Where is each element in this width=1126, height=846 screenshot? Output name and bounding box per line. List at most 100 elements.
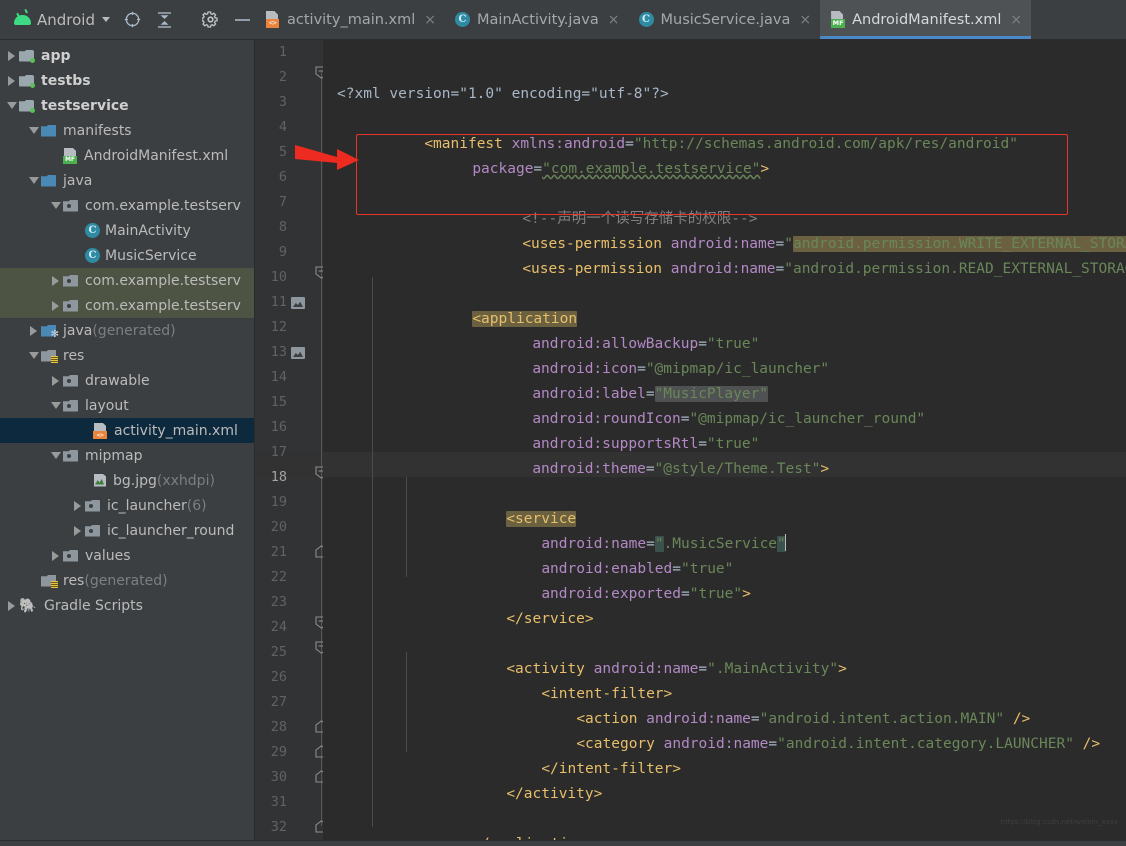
tree-item-androidmanifest-xml[interactable]: AndroidManifest.xml: [0, 143, 255, 168]
tree-item-package-androidtest[interactable]: com.example.testserv: [0, 268, 255, 293]
code-text-area[interactable]: <?xml version="1.0" encoding="utf-8"?> <…: [323, 40, 1126, 840]
tree-item-label: activity_main.xml: [114, 422, 238, 439]
tab-close-icon[interactable]: ×: [1010, 13, 1022, 27]
collapse-arrow-icon[interactable]: [48, 202, 63, 209]
line-number: 1: [278, 44, 287, 60]
expand-arrow-icon[interactable]: [4, 50, 19, 61]
android-studio-window: Android activity_main.xml ×: [0, 0, 1126, 846]
project-view-selector[interactable]: Android: [10, 9, 114, 31]
mipmap-preview-gutter-icon[interactable]: [291, 347, 305, 359]
tree-item-manifests[interactable]: manifests: [0, 118, 255, 143]
folder-blue-icon: [41, 174, 58, 188]
image-file-icon: [93, 474, 108, 488]
expand-arrow-icon[interactable]: [26, 325, 41, 336]
module-icon: [19, 99, 36, 113]
line-number: 14: [270, 369, 287, 385]
tab-close-icon[interactable]: ×: [799, 13, 811, 27]
collapse-arrow-icon[interactable]: [26, 177, 41, 184]
line-number: 17: [270, 444, 287, 460]
tree-item-res[interactable]: res: [0, 343, 255, 368]
code-editor[interactable]: 1 2 3 4 5 6 7 8 9 10 11 12 13 14 15 16 1…: [255, 40, 1126, 840]
mipmap-preview-gutter-icon[interactable]: [291, 297, 305, 309]
main-area: app testbs testservice manifests Android…: [0, 40, 1126, 840]
tree-item-label: com.example.testserv: [85, 297, 241, 314]
tree-item-package-main[interactable]: com.example.testserv: [0, 193, 255, 218]
tree-item-package-test[interactable]: com.example.testserv: [0, 293, 255, 318]
tab-close-icon[interactable]: ×: [424, 13, 436, 27]
tree-item-label: testbs: [41, 72, 91, 89]
tree-item-suffix: (generated): [84, 572, 168, 589]
tree-item-gradle-scripts[interactable]: 🐘 Gradle Scripts: [0, 593, 255, 618]
tab-musicservice-java[interactable]: C MusicService.java ×: [628, 0, 821, 39]
code-tag-application-close: </application>: [472, 836, 594, 840]
collapse-arrow-icon[interactable]: [4, 102, 19, 109]
chevron-down-icon[interactable]: [102, 17, 110, 22]
collapse-all-icon[interactable]: [152, 7, 178, 33]
collapse-arrow-icon[interactable]: [26, 352, 41, 359]
tree-item-label: testservice: [41, 97, 129, 114]
project-tree-panel[interactable]: app testbs testservice manifests Android…: [0, 40, 255, 840]
editor-gutter[interactable]: 1 2 3 4 5 6 7 8 9 10 11 12 13 14 15 16 1…: [255, 40, 328, 840]
tree-item-res-generated[interactable]: res (generated): [0, 568, 255, 593]
line-number: 4: [278, 119, 287, 135]
expand-arrow-icon[interactable]: [4, 600, 19, 611]
code-close-bracket: >: [742, 586, 751, 602]
expand-arrow-icon[interactable]: [48, 275, 63, 286]
expand-arrow-icon[interactable]: [48, 550, 63, 561]
line-number: 8: [278, 219, 287, 235]
expand-arrow-icon[interactable]: [70, 525, 85, 536]
tree-item-label: MainActivity: [105, 222, 191, 239]
module-icon: [19, 74, 36, 88]
expand-arrow-icon[interactable]: [4, 75, 19, 86]
tree-item-layout[interactable]: layout: [0, 393, 255, 418]
tab-androidmanifest-xml[interactable]: AndroidManifest.xml ×: [820, 0, 1032, 39]
code-attr-theme: android:theme: [532, 461, 646, 477]
tree-item-label: AndroidManifest.xml: [84, 147, 229, 164]
collapse-arrow-icon[interactable]: [26, 127, 41, 134]
expand-arrow-icon[interactable]: [70, 500, 85, 511]
java-class-file-icon: C: [638, 12, 654, 27]
expand-arrow-icon[interactable]: [48, 375, 63, 386]
tree-item-activity-main-xml[interactable]: activity_main.xml: [0, 418, 255, 443]
tree-item-testservice[interactable]: testservice: [0, 93, 255, 118]
tree-item-java-generated[interactable]: java (generated): [0, 318, 255, 343]
settings-gear-icon[interactable]: [198, 7, 224, 33]
code-tag-uses-permission-read: <uses-permission: [522, 261, 662, 277]
tree-item-suffix: (generated): [92, 322, 176, 339]
collapse-arrow-icon[interactable]: [48, 402, 63, 409]
tree-item-testbs[interactable]: testbs: [0, 68, 255, 93]
tree-item-bg-jpg[interactable]: bg.jpg (xxhdpi): [0, 468, 255, 493]
manifest-file-icon: [63, 148, 79, 164]
editor-tab-bar: activity_main.xml × C MainActivity.java …: [255, 0, 1126, 39]
package-icon: [63, 449, 80, 463]
package-icon: [63, 399, 80, 413]
tree-item-musicservice[interactable]: C MusicService: [0, 243, 255, 268]
line-number: 9: [278, 244, 287, 260]
tree-item-mipmap[interactable]: mipmap: [0, 443, 255, 468]
minimize-icon[interactable]: [229, 7, 255, 33]
tree-item-java[interactable]: java: [0, 168, 255, 193]
tree-item-label: MusicService: [105, 247, 197, 264]
tab-mainactivity-java[interactable]: C MainActivity.java ×: [445, 0, 629, 39]
tab-close-icon[interactable]: ×: [608, 13, 620, 27]
expand-arrow-icon[interactable]: [48, 300, 63, 311]
tab-activity-main-xml[interactable]: activity_main.xml ×: [255, 0, 446, 39]
tree-item-ic-launcher[interactable]: ic_launcher (6): [0, 493, 255, 518]
line-number: 25: [270, 644, 287, 660]
collapse-arrow-icon[interactable]: [48, 452, 63, 459]
gradle-icon: 🐘: [19, 597, 37, 614]
code-val-activity-name: ".MainActivity": [707, 661, 839, 677]
line-number: 19: [270, 494, 287, 510]
android-icon: [14, 13, 31, 26]
tree-item-label: ic_launcher: [107, 497, 187, 514]
line-number: 10: [270, 269, 287, 285]
select-opened-file-icon[interactable]: [120, 7, 146, 33]
tree-item-drawable[interactable]: drawable: [0, 368, 255, 393]
tree-item-ic-launcher-round[interactable]: ic_launcher_round: [0, 518, 255, 543]
tree-item-app[interactable]: app: [0, 43, 255, 68]
line-number: 23: [270, 594, 287, 610]
res-folder-icon: [41, 574, 58, 588]
tree-item-values[interactable]: values: [0, 543, 255, 568]
tab-label: MusicService.java: [660, 11, 791, 28]
tree-item-mainactivity[interactable]: C MainActivity: [0, 218, 255, 243]
